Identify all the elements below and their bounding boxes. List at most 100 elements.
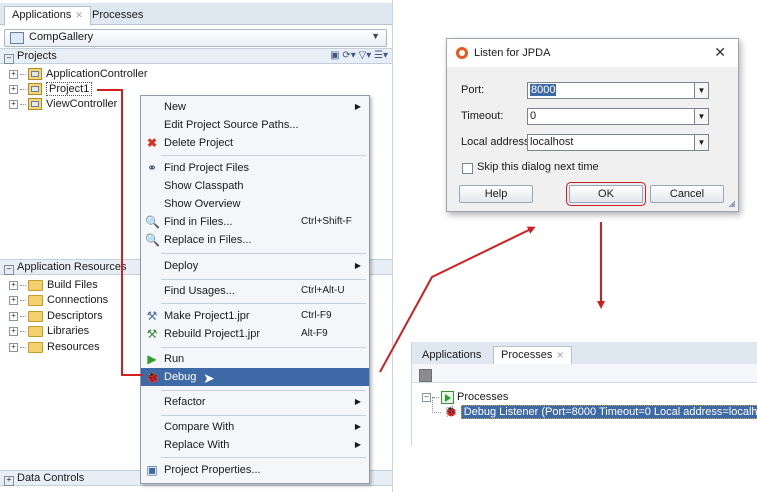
replace-files-icon: 🔍 xyxy=(145,233,160,247)
timeout-field[interactable]: 0 ▼ xyxy=(527,108,709,125)
menu-item-deploy[interactable]: Deploy ▶ xyxy=(141,257,369,275)
processes-tab-bar: Applications Processes ✕ xyxy=(412,342,757,366)
collapse-icon[interactable]: – xyxy=(4,54,14,64)
chevron-down-icon[interactable]: ▼ xyxy=(371,31,380,41)
menu-item-compare-with[interactable]: Compare With ▶ xyxy=(141,418,369,436)
resource-item-libraries[interactable]: + Libraries xyxy=(9,324,89,339)
port-label: Port: xyxy=(461,84,485,96)
menu-item-show-overview[interactable]: Show Overview xyxy=(141,195,369,213)
submenu-arrow-icon: ▶ xyxy=(354,261,361,270)
menu-item-new[interactable]: New ▶ xyxy=(141,98,369,116)
projects-section-header[interactable]: – Projects ▣ ⟳▾ ▽▾ ☰▾ xyxy=(0,48,392,64)
expand-icon[interactable]: + xyxy=(9,84,18,94)
expand-icon[interactable]: + xyxy=(9,295,18,305)
menu-item-find-project-files[interactable]: ⚭ Find Project Files xyxy=(141,159,369,177)
folder-icon xyxy=(28,294,43,306)
expand-icon[interactable]: + xyxy=(4,476,14,486)
dialog-title-bar[interactable]: Listen for JPDA ✕ xyxy=(447,39,738,67)
menu-item-project-properties[interactable]: ▣ Project Properties... xyxy=(141,461,369,479)
filter-icon[interactable]: ▽▾ xyxy=(359,50,372,61)
collapse-icon[interactable]: – xyxy=(422,392,431,402)
expand-icon[interactable]: + xyxy=(9,69,18,79)
tree-connector xyxy=(20,103,26,105)
process-debug-listener[interactable]: 🐞 Debug Listener (Port=8000 Timeout=0 Loc… xyxy=(432,397,757,420)
ok-button[interactable]: OK xyxy=(569,185,643,203)
rebuild-icon: ⚒ xyxy=(146,327,158,341)
tree-item-viewcontroller[interactable]: + ViewController xyxy=(9,97,117,112)
tab-applications[interactable]: Applications ✕ xyxy=(4,6,91,26)
menu-item-edit-source-paths[interactable]: Edit Project Source Paths... xyxy=(141,116,369,134)
project-icon xyxy=(28,68,42,81)
close-icon[interactable]: ✕ xyxy=(556,350,564,360)
expand-icon[interactable]: + xyxy=(9,326,18,336)
local-address-label: Local address: xyxy=(461,136,533,148)
chevron-down-icon[interactable]: ▼ xyxy=(694,108,709,125)
menu-item-replace-in-files[interactable]: 🔍 Replace in Files... xyxy=(141,231,369,249)
menu-item-run[interactable]: ▶ Run xyxy=(141,350,369,368)
resource-item-resources[interactable]: + Resources xyxy=(9,340,100,355)
menu-separator xyxy=(161,303,366,304)
tree-item-applicationcontroller[interactable]: + ApplicationController xyxy=(9,67,148,82)
chevron-down-icon[interactable]: ▼ xyxy=(694,134,709,151)
folder-icon xyxy=(28,310,43,322)
expand-icon[interactable]: + xyxy=(9,280,18,290)
menu-item-replace-with[interactable]: Replace With ▶ xyxy=(141,436,369,454)
collapse-icon[interactable]: – xyxy=(4,265,14,275)
tab-processes[interactable]: Processes xyxy=(84,6,151,26)
tab-processes[interactable]: Processes ✕ xyxy=(493,346,572,366)
tree-connector xyxy=(432,397,441,413)
app-logo-icon xyxy=(456,47,468,59)
tab-applications[interactable]: Applications xyxy=(414,346,489,366)
skip-dialog-checkbox[interactable] xyxy=(462,163,473,174)
cancel-button[interactable]: Cancel xyxy=(650,185,724,203)
submenu-arrow-icon: ▶ xyxy=(354,422,361,431)
menu-item-debug[interactable]: 🐞 Debug ➤ xyxy=(141,368,369,386)
run-icon: ▶ xyxy=(147,352,157,366)
find-files-icon: 🔍 xyxy=(145,215,160,229)
close-icon[interactable]: ✕ xyxy=(75,10,83,20)
folder-icon xyxy=(28,341,43,353)
application-selector[interactable]: CompGallery ▼ xyxy=(4,29,387,47)
folder-icon xyxy=(28,325,43,337)
menu-separator xyxy=(161,415,366,416)
options-icon[interactable]: ☰▾ xyxy=(374,50,388,61)
debug-icon: 🐞 xyxy=(145,370,160,384)
stop-icon[interactable] xyxy=(419,369,432,382)
local-address-field[interactable]: localhost ▼ xyxy=(527,134,709,151)
folder-icon xyxy=(28,279,43,291)
submenu-arrow-icon: ▶ xyxy=(354,102,361,111)
debug-listener-icon: 🐞 xyxy=(444,406,458,418)
close-icon[interactable]: ✕ xyxy=(714,44,726,61)
tree-item-project1[interactable]: + Project1 xyxy=(9,82,93,97)
resource-item-connections[interactable]: + Connections xyxy=(9,293,108,308)
tree-connector xyxy=(20,299,26,301)
menu-item-show-classpath[interactable]: Show Classpath xyxy=(141,177,369,195)
navigator-icon[interactable]: ▣ xyxy=(330,50,339,61)
resource-item-build-files[interactable]: + Build Files xyxy=(9,278,98,293)
menu-item-find-usages[interactable]: Find Usages... Ctrl+Alt-U xyxy=(141,282,369,300)
expand-icon[interactable]: + xyxy=(9,342,18,352)
menu-item-delete-project[interactable]: ✖ Delete Project xyxy=(141,134,369,152)
delete-icon: ✖ xyxy=(146,136,158,150)
expand-icon[interactable]: + xyxy=(9,99,18,109)
resource-item-descriptors[interactable]: + Descriptors xyxy=(9,309,103,324)
menu-item-find-in-files[interactable]: 🔍 Find in Files... Ctrl+Shift-F xyxy=(141,213,369,231)
timeout-label: Timeout: xyxy=(461,110,504,122)
project-icon xyxy=(28,98,42,111)
project-icon xyxy=(28,83,42,96)
refresh-icon[interactable]: ⟳▾ xyxy=(342,50,355,61)
menu-item-make-project[interactable]: ⚒ Make Project1.jpr Ctrl-F9 xyxy=(141,307,369,325)
resize-grip-icon[interactable]: ◢ xyxy=(728,198,735,209)
submenu-arrow-icon: ▶ xyxy=(354,397,361,406)
port-field[interactable]: 8000 ▼ xyxy=(527,82,709,99)
expand-icon[interactable]: + xyxy=(9,311,18,321)
properties-icon: ▣ xyxy=(146,463,158,477)
menu-separator xyxy=(161,279,366,280)
menu-item-rebuild-project[interactable]: ⚒ Rebuild Project1.jpr Alt-F9 xyxy=(141,325,369,343)
listen-for-jpda-dialog: Listen for JPDA ✕ Port: 8000 ▼ Timeout: … xyxy=(446,38,739,212)
chevron-down-icon[interactable]: ▼ xyxy=(694,82,709,99)
mouse-cursor-icon: ➤ xyxy=(203,370,215,386)
menu-item-refactor[interactable]: Refactor ▶ xyxy=(141,393,369,411)
help-button[interactable]: Help xyxy=(459,185,533,203)
run-icon xyxy=(441,390,454,404)
